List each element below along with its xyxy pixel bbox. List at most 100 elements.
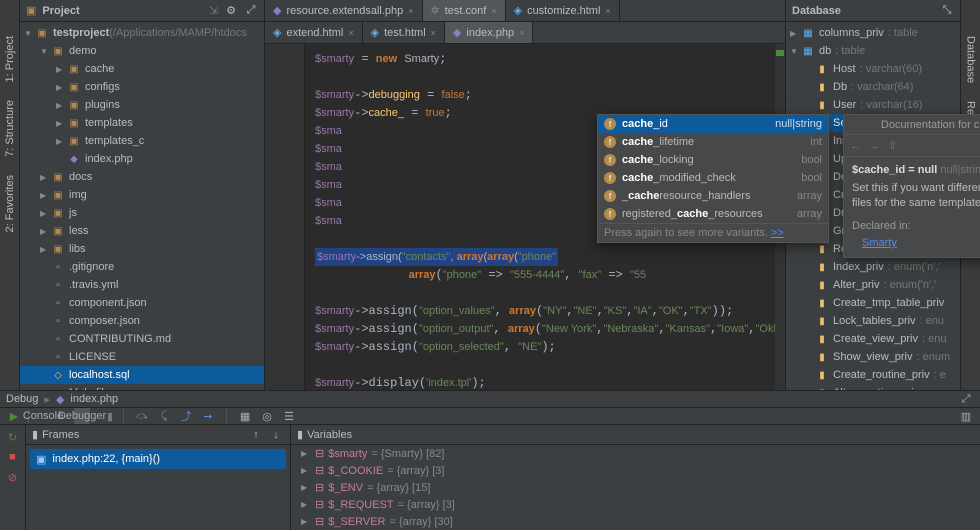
variable-row[interactable]: ▶⊟ $_SERVER = {array} [30] — [291, 513, 980, 530]
layout-icon[interactable]: ▥ — [958, 408, 974, 424]
stop-icon[interactable]: ■ — [5, 449, 21, 465]
db-tree-row[interactable]: ▮Create_routine_priv: e — [786, 366, 960, 384]
tree-row[interactable]: ▫CONTRIBUTING.md — [20, 330, 264, 348]
doc-signature-type: null|string — [940, 164, 980, 176]
tree-row[interactable]: ▶▣less — [20, 222, 264, 240]
html-icon: ◈ — [514, 4, 522, 17]
col-icon: ▮ — [814, 100, 830, 111]
next-frame-icon[interactable]: ↓ — [268, 427, 284, 443]
variable-row[interactable]: ▶⊟ $smarty = {Smarty} [82] — [291, 445, 980, 462]
gear-icon[interactable]: ⚙ — [224, 4, 238, 17]
tool-tab-favorites[interactable]: 2: Favorites — [2, 169, 18, 238]
watch-icon[interactable]: ◎ — [259, 408, 275, 424]
editor-gutter[interactable] — [265, 44, 305, 390]
completion-item[interactable]: fcache_lockingbool — [598, 151, 828, 169]
tree-row[interactable]: ▶▣templates_c — [20, 132, 264, 150]
variable-row[interactable]: ▶⊟ $_ENV = {array} [15] — [291, 479, 980, 496]
mute-bp-icon[interactable]: ⊘ — [5, 469, 21, 485]
db-tree-row[interactable]: ▮Db: varchar(64) — [786, 78, 960, 96]
editor-tab[interactable]: ◈extend.html× — [265, 22, 363, 43]
completion-item[interactable]: fcache_idnull|string — [598, 115, 828, 133]
step-into-icon[interactable]: ⤹ — [156, 408, 172, 424]
tree-row[interactable]: ▫Makefile — [20, 384, 264, 390]
doc-title: Documentation for cache_id — [850, 119, 980, 131]
db-tree-row[interactable]: ▮Create_tmp_table_priv — [786, 294, 960, 312]
db-tree-row[interactable]: ▼▦db: table — [786, 42, 960, 60]
doc-declared-link[interactable]: Smarty — [862, 236, 897, 251]
doc-up-icon[interactable]: ⇧ — [888, 139, 897, 152]
tree-row[interactable]: ◇localhost.sql — [20, 366, 264, 384]
tool-tab-database[interactable]: Database — [963, 30, 979, 89]
db-tree-row[interactable]: ▮User: varchar(16) — [786, 96, 960, 114]
rerun-icon[interactable]: ↻ — [5, 429, 21, 445]
completion-item[interactable]: fcache_lifetimeint — [598, 133, 828, 151]
completion-popup[interactable]: fcache_idnull|stringfcache_lifetimeintfc… — [597, 114, 829, 243]
debug-tab[interactable]: Debug — [6, 393, 38, 405]
resume-icon[interactable]: ▶ — [6, 408, 22, 424]
tree-row[interactable]: ▶▣libs — [20, 240, 264, 258]
editor-tab[interactable]: ◈customize.html× — [506, 0, 620, 21]
step-over-icon[interactable]: ⤼ — [134, 408, 150, 424]
evaluate-icon[interactable]: ▦ — [237, 408, 253, 424]
db-tree-row[interactable]: ▮Show_view_priv: enum — [786, 348, 960, 366]
tree-row[interactable]: ▫.travis.yml — [20, 276, 264, 294]
debugger-tab[interactable]: Debugger — [74, 408, 90, 424]
db-tree-row[interactable]: ▮Lock_tables_priv: enu — [786, 312, 960, 330]
console-tab[interactable]: Console — [35, 408, 51, 424]
close-icon[interactable]: × — [605, 6, 610, 16]
tab-label: extend.html — [286, 27, 343, 39]
db-tree-row[interactable]: ▮Create_view_priv: enu — [786, 330, 960, 348]
doc-back-icon[interactable]: ← — [850, 140, 861, 152]
variable-row[interactable]: ▶⊟ $_REQUEST = {array} [3] — [291, 496, 980, 513]
settings-icon[interactable]: ☰ — [281, 408, 297, 424]
editor-tab[interactable]: ◆resource.extendsall.php× — [265, 0, 423, 21]
file-icon: ▫ — [50, 334, 66, 345]
tree-row[interactable]: ▫.gitignore — [20, 258, 264, 276]
db-tree-row[interactable]: ▮Index_priv: enum('n',' — [786, 258, 960, 276]
tree-row[interactable]: ▼▣testproject (/Applications/MAMP/htdocs — [20, 24, 264, 42]
tab-label: test.conf — [445, 5, 487, 17]
variable-row[interactable]: ▶⊟ $_COOKIE = {array} [3] — [291, 462, 980, 479]
collapse-icon[interactable]: ⤡ — [940, 4, 954, 17]
close-icon[interactable]: × — [348, 28, 353, 38]
editor-tab[interactable]: ◆index.php× — [445, 22, 533, 43]
project-tree[interactable]: ▼▣testproject (/Applications/MAMP/htdocs… — [20, 22, 264, 390]
close-icon[interactable]: × — [519, 28, 524, 38]
tree-row[interactable]: ▼▣demo — [20, 42, 264, 60]
tree-row[interactable]: ▶▣plugins — [20, 96, 264, 114]
completion-item[interactable]: fregistered_cache_resourcesarray — [598, 205, 828, 223]
prev-frame-icon[interactable]: ↑ — [248, 427, 264, 443]
tree-row[interactable]: ▶▣templates — [20, 114, 264, 132]
close-icon[interactable]: × — [431, 28, 436, 38]
editor-tab[interactable]: ✲test.conf× — [423, 0, 506, 21]
tree-row[interactable]: ▶▣cache — [20, 60, 264, 78]
completion-item[interactable]: fcache_modified_checkbool — [598, 169, 828, 187]
close-icon[interactable]: × — [491, 6, 496, 16]
close-icon[interactable]: × — [408, 6, 413, 16]
collapse-icon[interactable]: ⤢ — [958, 391, 974, 407]
tree-row[interactable]: ▶▣docs — [20, 168, 264, 186]
tree-row[interactable]: ▶▣configs — [20, 78, 264, 96]
tree-row[interactable]: ▫composer.json — [20, 312, 264, 330]
frame-row[interactable]: ▣ index.php:22, {main}() — [30, 449, 286, 469]
folder-icon: ▣ — [66, 82, 82, 93]
tool-tab-structure[interactable]: 7: Structure — [2, 94, 18, 163]
debug-file-label: index.php — [70, 393, 118, 405]
collapse-icon[interactable]: ⤢ — [244, 4, 258, 17]
more-variants-link[interactable]: >> — [771, 227, 784, 239]
tree-row[interactable]: ◆index.php — [20, 150, 264, 168]
db-tree-row[interactable]: ▮Alter_priv: enum('n',' — [786, 276, 960, 294]
db-tree-row[interactable]: ▶▦columns_priv: table — [786, 24, 960, 42]
tree-row[interactable]: ▶▣img — [20, 186, 264, 204]
doc-fwd-icon[interactable]: → — [869, 140, 880, 152]
tree-row[interactable]: ▫component.json — [20, 294, 264, 312]
tree-row[interactable]: ▫LICENSE — [20, 348, 264, 366]
run-to-cursor-icon[interactable]: ➙ — [200, 408, 216, 424]
editor-tab[interactable]: ◈test.html× — [363, 22, 445, 43]
db-tree-row[interactable]: ▮Alter_routine_priv: en — [786, 384, 960, 390]
tool-tab-project[interactable]: 1: Project — [2, 30, 18, 88]
step-out-icon[interactable]: ⤴ — [178, 408, 194, 424]
completion-item[interactable]: f_cacheresource_handlersarray — [598, 187, 828, 205]
tree-row[interactable]: ▶▣js — [20, 204, 264, 222]
db-tree-row[interactable]: ▮Host: varchar(60) — [786, 60, 960, 78]
